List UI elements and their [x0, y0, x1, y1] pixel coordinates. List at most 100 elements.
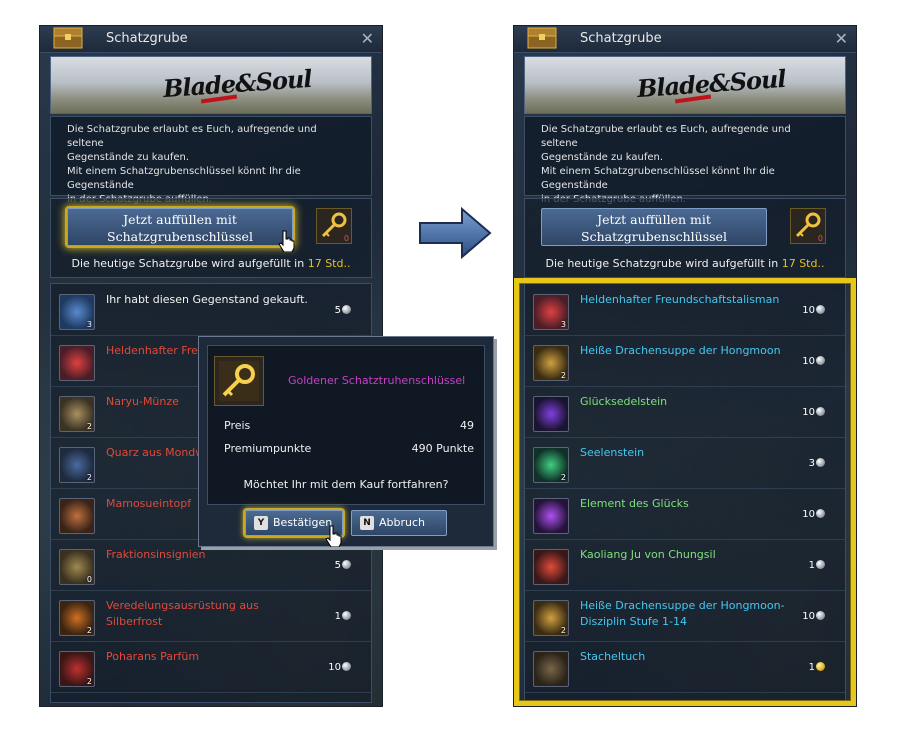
- item-price-value: 1: [808, 560, 815, 571]
- soup-icon: 2: [533, 345, 569, 381]
- item-price: 10: [802, 509, 825, 520]
- item-price: 5: [335, 560, 351, 571]
- key-count: 0: [817, 234, 823, 243]
- list-item[interactable]: 2 Heiße Drachensuppe der Hongmoon 10: [525, 337, 845, 387]
- silver-coin-icon: [816, 356, 825, 365]
- list-item[interactable]: Kaoliang Ju von Chungsil 1: [525, 541, 845, 591]
- list-item[interactable]: 0 Fraktionsinsignien 5: [51, 541, 371, 591]
- key-hint-n: N: [360, 516, 374, 530]
- premium-label: Premiumpunkte: [224, 442, 312, 455]
- refill-timer: Die heutige Schatzgrube wird aufgefüllt …: [525, 257, 845, 270]
- premium-value: 490 Punkte: [411, 442, 474, 455]
- title-bar[interactable]: Schatzgrube ✕: [514, 26, 856, 53]
- game-logo: Blade&Soul: [636, 63, 787, 104]
- item-quantity: 3: [86, 320, 92, 329]
- item-quantity: 2: [86, 626, 92, 635]
- item-quantity: 2: [86, 422, 92, 431]
- silver-coin-icon: [816, 458, 825, 467]
- price-label: Preis: [224, 419, 251, 432]
- window-title: Schatzgrube: [106, 31, 188, 46]
- hand-cursor-icon: [325, 525, 342, 547]
- stew-icon: [59, 498, 95, 534]
- close-icon[interactable]: ✕: [361, 29, 374, 48]
- silver-coin-icon: [816, 407, 825, 416]
- list-item[interactable]: Stacheltuch 1: [525, 643, 845, 693]
- treasure-key-slot[interactable]: 0: [316, 208, 352, 244]
- silver-coin-icon: [342, 611, 351, 620]
- confirm-question: Möchtet Ihr mit dem Kauf fortfahren?: [243, 478, 449, 491]
- item-name: Veredelungsausrüstung aus Silberfrost: [106, 599, 259, 628]
- list-item[interactable]: Glücksedelstein 10: [525, 388, 845, 438]
- golden-key-item-icon: [214, 356, 264, 406]
- item-name: Poharans Parfüm: [106, 650, 200, 663]
- item-name: Glücksedelstein: [580, 395, 668, 408]
- refill-button[interactable]: Jetzt auffüllen mit Schatzgrubenschlüsse…: [541, 208, 767, 246]
- cancel-button[interactable]: N Abbruch: [351, 510, 447, 536]
- bottle-icon: [533, 549, 569, 585]
- item-name: Heldenhafter Freundschaftstalisman: [580, 293, 780, 306]
- refill-text: Die heutige Schatzgrube wird aufgefüllt …: [71, 257, 305, 270]
- item-price: 10: [328, 662, 351, 673]
- close-icon[interactable]: ✕: [835, 29, 848, 48]
- item-price: 10: [802, 407, 825, 418]
- item-price-value: 10: [802, 509, 815, 520]
- key-count: 0: [343, 234, 349, 243]
- insignia-icon: 0: [59, 549, 95, 585]
- item-price-value: 5: [334, 305, 341, 316]
- confirm-label: Bestätigen: [273, 516, 333, 529]
- item-price-value: 1: [808, 662, 815, 673]
- item-price: 1: [335, 611, 351, 622]
- item-quantity: 2: [560, 371, 566, 380]
- item-quantity: 2: [86, 677, 92, 686]
- element-icon: [533, 498, 569, 534]
- item-name: Stacheltuch: [580, 650, 646, 663]
- coin-icon: 2: [59, 396, 95, 432]
- cloth-icon: [533, 651, 569, 687]
- item-price: 5: [335, 305, 351, 316]
- refill-button-line2: Schatzgrubenschlüssel: [107, 229, 253, 244]
- info-line: Gegenstände zu kaufen.: [67, 152, 190, 163]
- soulstone-icon: 2: [533, 447, 569, 483]
- dialog-content: Goldener Schatztruhenschlüssel Preis 49 …: [207, 345, 485, 505]
- info-line: Mit einem Schatzgrubenschlüssel könnt Ih…: [67, 166, 301, 191]
- item-price: 1: [809, 560, 825, 571]
- item-price-value: 10: [802, 611, 815, 622]
- item-name: Fraktionsinsignien: [106, 548, 206, 561]
- item-name: Seelenstein: [580, 446, 645, 459]
- info-line: Mit einem Schatzgrubenschlüssel könnt Ih…: [541, 166, 775, 191]
- title-bar[interactable]: Schatzgrube ✕: [40, 26, 382, 53]
- list-item[interactable]: 2 Heiße Drachensuppe der Hongmoon-Diszipl…: [525, 592, 845, 642]
- perfume-icon: 2: [59, 651, 95, 687]
- item-price: 3: [809, 458, 825, 469]
- game-logo: Blade&Soul: [162, 63, 313, 104]
- window-title: Schatzgrube: [580, 31, 662, 46]
- list-item[interactable]: Element des Glücks 10: [525, 490, 845, 540]
- silver-coin-icon: [816, 611, 825, 620]
- item-quantity: 3: [560, 320, 566, 329]
- refill-button[interactable]: Jetzt auffüllen mit Schatzgrubenschlüsse…: [67, 208, 293, 246]
- info-text: Die Schatzgrube erlaubt es Euch, aufrege…: [524, 116, 846, 205]
- refill-button-line1: Jetzt auffüllen mit: [123, 212, 237, 227]
- list-item[interactable]: 2 Seelenstein 3: [525, 439, 845, 489]
- item-price: 10: [802, 305, 825, 316]
- item-price-value: 1: [334, 611, 341, 622]
- list-item[interactable]: 3 Ihr habt diesen Gegenstand gekauft. 5: [51, 286, 371, 336]
- item-price-value: 5: [334, 560, 341, 571]
- treasure-key-slot[interactable]: 0: [790, 208, 826, 244]
- refill-text: Die heutige Schatzgrube wird aufgefüllt …: [545, 257, 779, 270]
- arrow-right-icon: [419, 206, 492, 260]
- hand-cursor-icon: [278, 230, 295, 252]
- silver-coin-icon: [342, 560, 351, 569]
- refill-button-line2: Schatzgrubenschlüssel: [581, 229, 727, 244]
- list-item[interactable]: 3 Heldenhafter Freundschaftstalisman 10: [525, 286, 845, 336]
- info-line: Gegenstände zu kaufen.: [541, 152, 664, 163]
- info-text: Die Schatzgrube erlaubt es Euch, aufrege…: [50, 116, 372, 205]
- list-item[interactable]: 2 Poharans Parfüm 10: [51, 643, 371, 693]
- luck-gem-icon: [533, 396, 569, 432]
- purchase-confirm-dialog: Goldener Schatztruhenschlüssel Preis 49 …: [198, 336, 494, 547]
- talisman-icon: [59, 345, 95, 381]
- treasure-chest-icon: [53, 27, 83, 49]
- silver-coin-icon: [342, 305, 351, 314]
- list-item[interactable]: 2 Veredelungsausrüstung aus Silberfrost 1: [51, 592, 371, 642]
- quartz-icon: 2: [59, 447, 95, 483]
